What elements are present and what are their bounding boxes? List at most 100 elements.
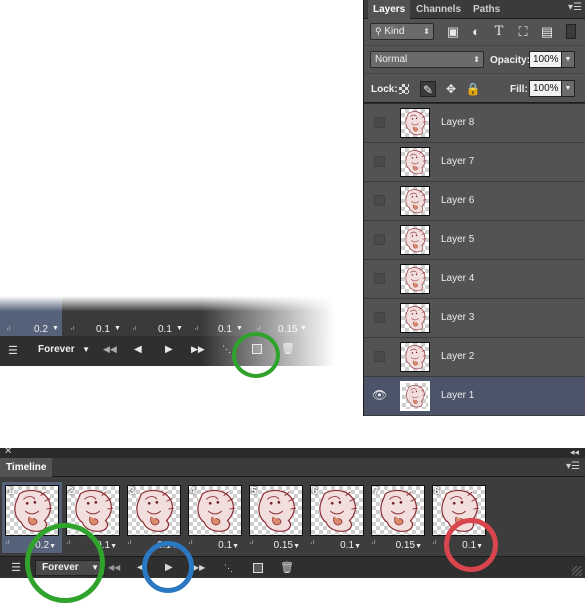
frame-delay[interactable]: 0.1▼: [340, 540, 361, 551]
tab-timeline[interactable]: Timeline: [0, 458, 53, 477]
filter-toggle-switch[interactable]: [566, 24, 576, 39]
frame-delay[interactable]: 0.1: [158, 324, 172, 335]
frame-delay[interactable]: 0.15▼: [396, 540, 422, 551]
frame-disposal-icon[interactable]: ⠴: [371, 538, 376, 546]
visibility-toggle[interactable]: [374, 273, 385, 284]
frame-delay[interactable]: 0.1▼: [462, 540, 483, 551]
frame-thumbnail[interactable]: [66, 485, 120, 536]
smart-object-filter-icon[interactable]: ▤: [538, 23, 556, 40]
lock-image-pixels-icon[interactable]: ✎: [420, 81, 436, 97]
visibility-toggle[interactable]: [374, 351, 385, 362]
lock-position-icon[interactable]: ✥: [443, 81, 459, 97]
layer-name[interactable]: Layer 4: [441, 273, 474, 284]
first-frame-button[interactable]: ◀◀: [103, 344, 117, 355]
timeline-frame[interactable]: 3 ⠴ 0.1▼: [124, 482, 184, 553]
visibility-toggle[interactable]: [374, 195, 385, 206]
cropped-frame[interactable]: ⠴ 0.1 ▼: [188, 296, 248, 336]
timeline-frame[interactable]: 8 ⠴ 0.1▼: [429, 482, 489, 553]
visibility-toggle[interactable]: [374, 312, 385, 323]
timeline-frame[interactable]: 5 ⠴ 0.15▼: [246, 482, 306, 553]
layer-row[interactable]: Layer 8: [364, 104, 585, 143]
frame-thumbnail[interactable]: [249, 485, 303, 536]
tab-paths[interactable]: Paths: [468, 0, 505, 19]
layer-row[interactable]: Layer 2: [364, 338, 585, 377]
frame-thumbnail[interactable]: [371, 485, 425, 536]
next-frame-button[interactable]: ▶▶: [191, 344, 205, 355]
layer-thumbnail[interactable]: [400, 342, 430, 372]
panel-menu-icon[interactable]: ▾☰: [566, 461, 580, 472]
image-filter-icon[interactable]: ▣: [444, 23, 462, 40]
layer-row[interactable]: Layer 7: [364, 143, 585, 182]
loop-options-select[interactable]: Forever ▼: [32, 342, 94, 358]
previous-frame-button[interactable]: ◀: [134, 344, 142, 355]
layer-row[interactable]: Layer 6: [364, 182, 585, 221]
convert-timeline-icon[interactable]: ☰: [8, 344, 18, 357]
layer-thumbnail[interactable]: [400, 264, 430, 294]
cropped-frame[interactable]: ⠴ 0.1 ▼: [126, 296, 186, 336]
lock-all-icon[interactable]: 🔒: [465, 81, 481, 97]
layer-thumbnail[interactable]: [400, 147, 430, 177]
timeline-frame[interactable]: 4 ⠴ 0.1▼: [185, 482, 245, 553]
frame-thumbnail[interactable]: [310, 485, 364, 536]
visibility-toggle[interactable]: [374, 117, 385, 128]
timeline-frame[interactable]: 1 ⠴ 0.2▼: [2, 482, 62, 553]
visibility-toggle[interactable]: [374, 234, 385, 245]
layer-name[interactable]: Layer 3: [441, 312, 474, 323]
opacity-input[interactable]: 100%: [529, 51, 562, 68]
timeline-frame[interactable]: 6 ⠴ 0.1▼: [307, 482, 367, 553]
cropped-frame[interactable]: ⠴ 0.2 ▼: [0, 296, 62, 336]
layer-thumbnail[interactable]: [400, 225, 430, 255]
frame-delay[interactable]: 0.1▼: [157, 540, 178, 551]
panel-menu-icon[interactable]: ▾☰: [568, 2, 582, 13]
play-button[interactable]: ▶: [165, 344, 173, 355]
layer-name[interactable]: Layer 2: [441, 351, 474, 362]
frame-delay[interactable]: 0.1: [218, 324, 232, 335]
frame-disposal-icon[interactable]: ⠴: [66, 538, 71, 546]
frame-delay[interactable]: 0.2▼: [35, 540, 56, 551]
frame-thumbnail[interactable]: [432, 485, 486, 536]
frame-delay[interactable]: 0.1▼: [218, 540, 239, 551]
layer-name[interactable]: Layer 7: [441, 156, 474, 167]
collapse-icon[interactable]: ◂◂: [570, 447, 579, 458]
layer-name[interactable]: Layer 5: [441, 234, 474, 245]
opacity-dropdown-arrow[interactable]: ▼: [561, 51, 575, 68]
frame-disposal-icon[interactable]: ⠴: [127, 538, 132, 546]
filter-kind-select[interactable]: ⚲ Kind ⬍: [370, 23, 434, 40]
timeline-frame[interactable]: 7 ⠴ 0.15▼: [368, 482, 428, 553]
layer-name[interactable]: Layer 1: [441, 390, 474, 401]
layer-row[interactable]: Layer 5: [364, 221, 585, 260]
cropped-frame[interactable]: ⠴ 0.1 ▼: [64, 296, 124, 336]
new-frame-icon[interactable]: [252, 344, 262, 354]
convert-timeline-icon[interactable]: ☰: [8, 560, 24, 576]
cropped-frame[interactable]: ⠴ 0.15 ▼: [250, 296, 310, 336]
tween-icon[interactable]: ⋱: [224, 560, 233, 576]
fill-input[interactable]: 100%: [529, 80, 562, 97]
next-frame-button[interactable]: ▶▶: [193, 560, 205, 576]
tab-channels[interactable]: Channels: [411, 0, 466, 19]
frame-thumbnail[interactable]: [127, 485, 181, 536]
frame-delay[interactable]: 0.2: [34, 324, 48, 335]
new-frame-icon[interactable]: [253, 563, 263, 573]
visibility-toggle[interactable]: [374, 156, 385, 167]
frame-thumbnail[interactable]: [188, 485, 242, 536]
shape-filter-icon[interactable]: ⛶: [514, 23, 532, 40]
layer-thumbnail[interactable]: [400, 303, 430, 333]
frame-disposal-icon[interactable]: ⠴: [432, 538, 437, 546]
eye-icon[interactable]: 👁: [372, 389, 387, 401]
frame-disposal-icon[interactable]: ⠴: [310, 538, 315, 546]
blend-mode-select[interactable]: Normal ⬍: [370, 51, 484, 68]
layer-thumbnail[interactable]: [400, 186, 430, 216]
play-button[interactable]: ▶: [165, 560, 173, 576]
fill-dropdown-arrow[interactable]: ▼: [561, 80, 575, 97]
trash-icon[interactable]: 🗑: [281, 342, 295, 355]
frame-thumbnail[interactable]: [5, 485, 59, 536]
timeline-frame[interactable]: 2 ⠴ 0.1▼: [63, 482, 123, 553]
frame-delay[interactable]: 0.15▼: [274, 540, 300, 551]
layer-row[interactable]: Layer 4: [364, 260, 585, 299]
loop-options-select[interactable]: Forever ▼: [35, 560, 105, 576]
frame-delay[interactable]: 0.1▼: [96, 540, 117, 551]
frame-delay[interactable]: 0.1: [96, 324, 110, 335]
layer-thumbnail[interactable]: [400, 108, 430, 138]
first-frame-button[interactable]: ◀◀: [108, 560, 120, 576]
frame-disposal-icon[interactable]: ⠴: [249, 538, 254, 546]
